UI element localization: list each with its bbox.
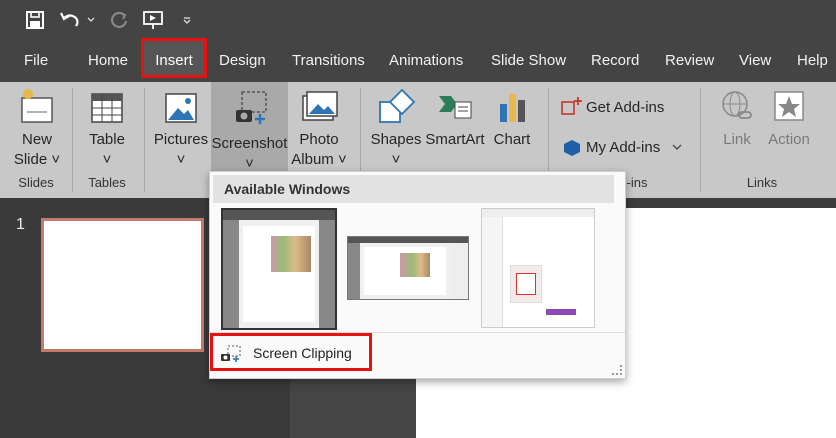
separator [700,88,701,192]
pictures-icon [165,93,197,123]
available-windows-header: Available Windows [213,175,614,203]
present-from-beginning-icon[interactable] [141,9,165,31]
chevron-down-icon [672,144,682,150]
action-button[interactable]: Action [764,86,814,150]
chart-label: Chart [493,131,531,148]
window-thumbnail-1[interactable] [221,208,337,330]
photo-album-label: Photo [299,131,339,148]
separator [72,88,73,192]
shapes-label: Shapes [370,131,422,148]
smartart-label: SmartArt [425,131,485,148]
photo-album-label-2: Album ˅ [291,151,347,168]
tab-transitions[interactable]: Transitions [292,40,365,82]
get-addins-label: Get Add-ins [586,98,665,116]
group-label-slides: Slides [18,175,54,190]
tab-insert[interactable]: Insert [141,38,207,78]
chart-icon [500,94,525,122]
save-icon[interactable] [24,9,46,31]
screenshot-dropdown: Available Windows Screen Clipping [209,171,626,379]
get-addins-button[interactable]: Get Add-ins [560,96,690,118]
my-addins-label: My Add-ins [586,138,661,156]
link-icon [722,91,752,119]
new-slide-button[interactable]: New Slide ˅ [8,86,66,170]
pictures-button[interactable]: Pictures ˅ [152,86,210,170]
screen-clipping-label: Screen Clipping [253,345,352,361]
action-star-icon [774,91,804,121]
screen-clipping-row: Screen Clipping [210,332,625,371]
group-label-tables: Tables [88,175,126,190]
link-button[interactable]: Link [712,86,762,150]
tab-review[interactable]: Review [665,40,714,82]
smartart-icon [439,96,472,119]
redo-icon[interactable] [108,9,130,31]
tab-help[interactable]: Help [797,40,828,82]
slide-thumbnail[interactable] [41,218,204,352]
quick-access-toolbar [0,0,836,40]
table-button[interactable]: Table ˅ [82,86,132,170]
group-label-addins: -ins [626,175,648,190]
tab-animations[interactable]: Animations [389,40,463,82]
slide-number: 1 [16,216,25,233]
window-thumbnail-2[interactable] [347,236,469,300]
shapes-chevron: ˅ [391,151,401,168]
separator [144,88,145,192]
shapes-button[interactable]: Shapes ˅ [368,86,424,170]
screenshot-label: Screenshot [211,135,288,152]
link-label: Link [723,131,751,148]
resize-grip-icon[interactable] [612,365,622,375]
new-slide-label: New [21,131,52,148]
tab-record[interactable]: Record [591,40,639,82]
chart-button[interactable]: Chart [488,86,536,150]
action-label: Action [768,131,810,148]
screenshot-icon [235,91,267,124]
new-slide-label-2: Slide ˅ [13,151,61,168]
window-thumbnail-3[interactable] [481,208,595,328]
table-chevron: ˅ [102,151,112,168]
tab-slide-show[interactable]: Slide Show [491,40,566,82]
pictures-chevron: ˅ [176,151,186,168]
screenshot-button[interactable]: Screenshot ˅ [211,82,288,174]
table-label: Table [89,131,125,148]
ribbon-tabs: File Home Insert Design Transitions Anim… [0,38,836,82]
customize-toolbar-icon[interactable] [181,9,193,31]
photo-album-icon [302,91,338,121]
tab-view[interactable]: View [739,40,771,82]
screen-clipping-icon [221,345,241,362]
group-label-links: Links [746,175,778,190]
shapes-icon [379,88,416,123]
smartart-button[interactable]: SmartArt [424,86,486,150]
pictures-label: Pictures [153,131,209,148]
photo-album-button[interactable]: Photo Album ˅ [288,86,350,170]
new-slide-icon [21,89,53,123]
my-addins-button[interactable]: My Add-ins [560,136,690,158]
pdf-icon [516,273,536,295]
undo-dropdown-chevron-icon[interactable] [86,9,96,31]
my-addins-icon [564,140,580,156]
screen-clipping-button[interactable]: Screen Clipping [210,333,372,371]
get-addins-icon [561,97,582,115]
tab-design[interactable]: Design [219,40,266,82]
tab-file[interactable]: File [24,40,48,82]
tab-home[interactable]: Home [88,40,128,82]
undo-icon[interactable] [58,9,82,31]
table-icon [91,93,123,123]
